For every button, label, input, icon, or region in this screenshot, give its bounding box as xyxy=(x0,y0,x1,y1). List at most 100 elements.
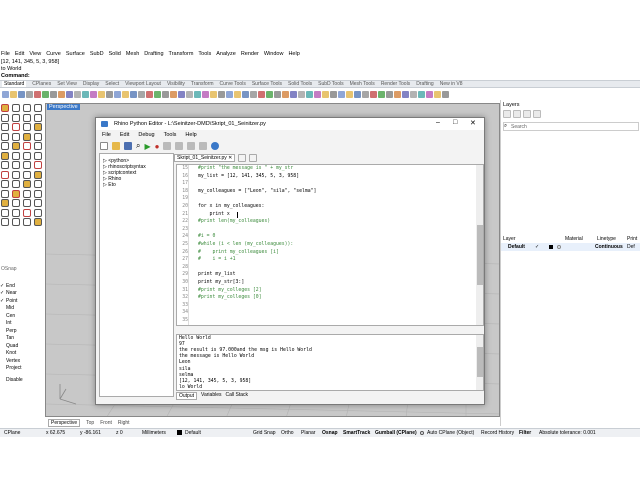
left-tool-icon[interactable] xyxy=(12,161,20,169)
code-line[interactable]: print x xyxy=(198,212,230,217)
menu-item[interactable]: Drafting xyxy=(144,51,163,57)
toolbar-tool-icon[interactable] xyxy=(346,90,353,98)
editor-menu-item[interactable]: Help xyxy=(185,132,196,138)
left-tool-icon[interactable] xyxy=(23,161,31,169)
command-prompt[interactable]: Command: xyxy=(1,73,59,80)
left-tool-icon[interactable] xyxy=(23,142,31,150)
osnap-item[interactable]: ✓ End xyxy=(0,282,44,290)
toolbar-tab[interactable]: Transform xyxy=(191,81,214,87)
checkbox-checked-icon[interactable]: ✓ xyxy=(0,298,4,304)
search-icon[interactable]: ⌕ xyxy=(136,141,140,151)
menu-item[interactable]: Help xyxy=(288,51,299,57)
toolbar-tool-icon[interactable] xyxy=(18,90,25,98)
left-tool-icon[interactable] xyxy=(1,113,9,122)
status-layer[interactable]: Default xyxy=(185,430,201,436)
left-tool-icon[interactable] xyxy=(12,151,20,160)
editor-menu-item[interactable]: File xyxy=(102,132,111,138)
left-tool-icon[interactable] xyxy=(23,170,31,179)
code-line[interactable]: #print "the message is " + my_str xyxy=(198,166,293,171)
status-planar[interactable]: Planar xyxy=(301,430,315,436)
left-tool-icon[interactable] xyxy=(34,161,42,169)
tab-menu-icon[interactable] xyxy=(238,154,247,162)
toolbar-tool-icon[interactable] xyxy=(362,90,369,98)
status-autocplane[interactable]: Auto CPlane (Object) xyxy=(427,430,474,436)
output-tab[interactable]: Variables xyxy=(201,392,221,400)
code-line[interactable]: #print len(my_colleagues) xyxy=(198,219,270,224)
toolbar-tool-icon[interactable] xyxy=(186,90,193,98)
checkbox-checked-icon[interactable]: ✓ xyxy=(0,283,4,289)
menu-item[interactable]: Analyze xyxy=(216,51,236,57)
toolbar-tool-icon[interactable] xyxy=(442,90,449,98)
toolbar-tool-icon[interactable] xyxy=(354,90,361,98)
toolbar-tab[interactable]: Set View xyxy=(57,81,77,87)
toolbar-tool-icon[interactable] xyxy=(418,90,425,98)
menu-item[interactable]: Window xyxy=(264,51,284,57)
toolbar-tool-icon[interactable] xyxy=(106,90,113,98)
toolbar-tool-icon[interactable] xyxy=(226,90,233,98)
open-folder-icon[interactable] xyxy=(112,142,120,150)
menu-item[interactable]: Tools xyxy=(198,51,211,57)
left-tool-icon[interactable] xyxy=(23,199,31,207)
left-tool-icon[interactable] xyxy=(23,104,31,112)
left-tool-icon[interactable] xyxy=(1,170,9,179)
toolbar-tool-icon[interactable] xyxy=(370,90,377,98)
osnap-item[interactable]: Cen xyxy=(0,312,44,320)
checkmark-icon[interactable]: ✓ xyxy=(535,244,539,250)
toolbar-tool-icon[interactable] xyxy=(130,90,137,98)
editor-menu-item[interactable]: Edit xyxy=(120,132,129,138)
tree-item[interactable]: ▷ Eto xyxy=(103,182,116,188)
linetype-column[interactable]: Linetype xyxy=(597,236,616,242)
viewport-tab[interactable]: Top xyxy=(86,420,94,426)
code-editor[interactable]: 15 16 17 18 19 20 21 22 23 24 25 26 27 28 29 30 31 32 33 34… xyxy=(176,164,484,326)
left-tool-icon[interactable] xyxy=(1,161,9,169)
output-tab[interactable]: Call Stack xyxy=(226,392,249,400)
toolbar-tab[interactable]: Surface Tools xyxy=(252,81,282,87)
layer-linetype[interactable]: Continuous xyxy=(595,244,623,250)
toolbar-tool-icon[interactable] xyxy=(242,90,249,98)
stop-icon[interactable] xyxy=(199,142,208,150)
status-grid-snap[interactable]: Grid Snap xyxy=(253,430,276,436)
toolbar-tool-icon[interactable] xyxy=(138,90,145,98)
status-filter[interactable]: Filter xyxy=(519,430,531,436)
editor-menu-item[interactable]: Debug xyxy=(138,132,154,138)
checkbox-checked-icon[interactable]: ✓ xyxy=(0,290,4,296)
left-tool-icon[interactable] xyxy=(23,208,31,217)
code-line[interactable]: # print my_colleagues [i] xyxy=(198,250,279,255)
print-column[interactable]: Print xyxy=(627,236,637,242)
toolbar-tool-icon[interactable] xyxy=(50,90,57,98)
osnap-item[interactable]: Tan xyxy=(0,335,44,343)
status-record-history[interactable]: Record History xyxy=(481,430,514,436)
osnap-item[interactable]: Mid xyxy=(0,305,44,313)
left-tool-icon[interactable] xyxy=(1,180,9,188)
output-scrollbar[interactable] xyxy=(476,335,483,390)
toolbar-tool-icon[interactable] xyxy=(210,90,217,98)
left-tool-icon[interactable] xyxy=(12,142,20,150)
toolbar-tab[interactable]: Mesh Tools xyxy=(350,81,375,87)
left-tool-icon[interactable] xyxy=(34,132,42,141)
viewport-tab[interactable]: Right xyxy=(118,420,130,426)
toolbar-tool-icon[interactable] xyxy=(82,90,89,98)
osnap-item[interactable]: Perp xyxy=(0,327,44,335)
left-tool-icon[interactable] xyxy=(23,189,31,198)
toolbar-tab[interactable]: CPlanes xyxy=(32,81,51,87)
status-gumball[interactable]: Gumball (CPlane) xyxy=(375,430,417,436)
toolbar-tool-icon[interactable] xyxy=(298,90,305,98)
code-line[interactable]: my_colleagues = ["Leon", "sila", "selma"… xyxy=(198,189,316,194)
toolbar-tab[interactable]: Curve Tools xyxy=(220,81,246,87)
toolbar-tool-icon[interactable] xyxy=(258,90,265,98)
output-scrollbar-thumb[interactable] xyxy=(477,347,483,377)
left-tool-icon[interactable] xyxy=(1,199,9,207)
toolbar-tool-icon[interactable] xyxy=(410,90,417,98)
left-tool-icon[interactable] xyxy=(34,189,42,198)
left-tool-icon[interactable] xyxy=(1,132,9,141)
toolbar-tool-icon[interactable] xyxy=(202,90,209,98)
code-line[interactable]: # i = i +1 xyxy=(198,257,236,262)
left-tool-icon[interactable] xyxy=(23,180,31,188)
toolbar-tool-icon[interactable] xyxy=(338,90,345,98)
status-ortho[interactable]: Ortho xyxy=(281,430,294,436)
status-osnap[interactable]: Osnap xyxy=(322,430,338,436)
toolbar-tool-icon[interactable] xyxy=(194,90,201,98)
left-tool-icon[interactable] xyxy=(12,189,20,198)
layer-column[interactable]: Layer xyxy=(503,236,516,242)
viewport-tab[interactable]: Front xyxy=(100,420,112,426)
